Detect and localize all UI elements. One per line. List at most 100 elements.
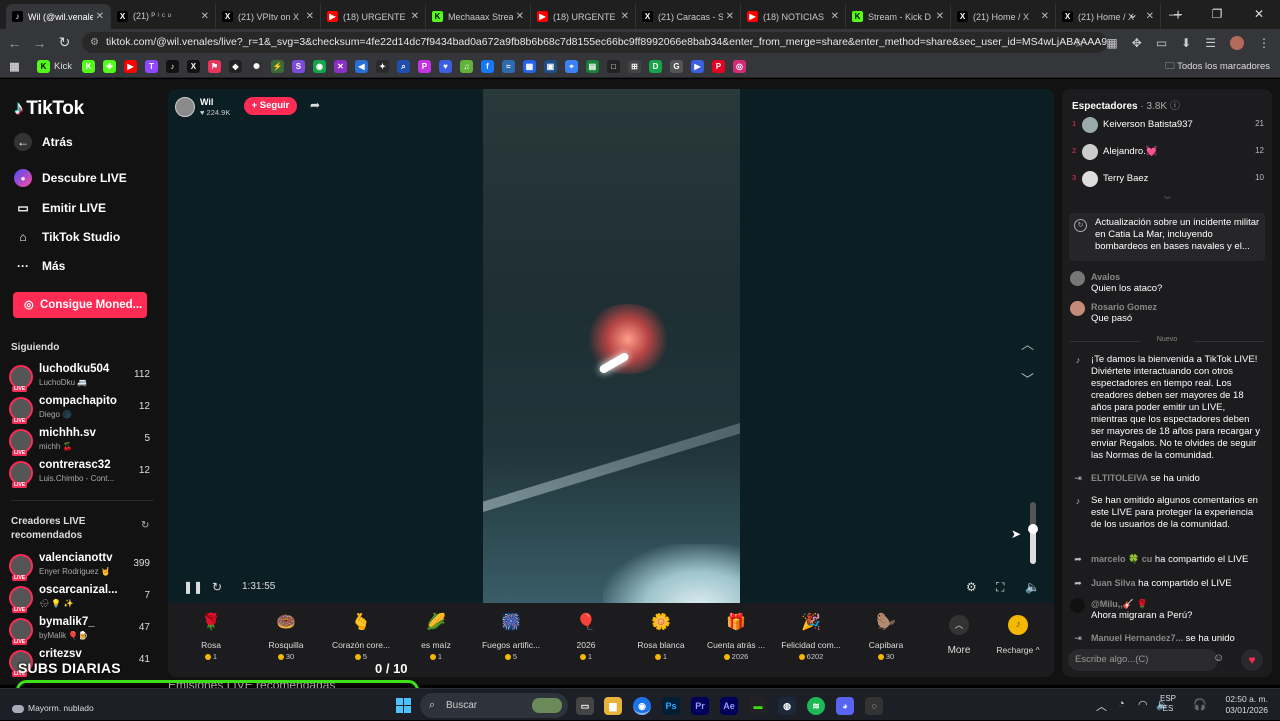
join-user[interactable]: Manuel Hernandez7...	[1091, 633, 1183, 643]
green-bookmark-icon[interactable]: ◉	[312, 60, 326, 73]
search-bookmark-icon[interactable]: ⌕	[396, 60, 410, 73]
sky-bookmark-icon[interactable]: ≈	[501, 60, 515, 73]
browser-tab[interactable]: X (21) VPItv on X ✕	[216, 4, 321, 29]
more-gifts-button[interactable]: ︿ More	[941, 609, 977, 669]
flag-bookmark-icon[interactable]: ⚑	[207, 60, 221, 73]
gift-item[interactable]: 🎁 Cuenta atrás ... 2026	[698, 607, 774, 671]
star-bookmark-icon[interactable]: ✦	[375, 60, 389, 73]
emoji-icon[interactable]: ☺	[1213, 652, 1224, 664]
gift-item[interactable]: 🌼 Rosa blanca 1	[623, 607, 699, 671]
x-bookmark-icon[interactable]: X	[186, 60, 200, 73]
sidebar-creator-item[interactable]: LIVE contrerasc32 Luis.Chimbo - Cont... 12	[9, 457, 154, 488]
sidebar-creator-item[interactable]: LIVE valencianottv Enyer Rodriguez 🤘 399	[9, 550, 154, 581]
gift-item[interactable]: 🎈 2026 1	[548, 607, 624, 671]
google-bookmark-icon[interactable]: G	[669, 60, 683, 73]
top-viewer-row[interactable]: 3 Terry Baez 10	[1072, 169, 1264, 189]
tiktok-bookmark-icon[interactable]: ♪	[165, 60, 179, 73]
volume-knob[interactable]	[1028, 524, 1038, 534]
all-bookmarks[interactable]: 🗀 Todos los marcadores	[1165, 56, 1270, 78]
grid-bookmark-icon[interactable]: ▦	[522, 60, 536, 73]
weather-widget[interactable]: Mayorm. nublado	[12, 703, 94, 713]
nav-back[interactable]: ← Atrás	[14, 133, 73, 151]
gift-item[interactable]: 🎉 Felicidad com... 6202	[773, 607, 849, 671]
p-bookmark-icon[interactable]: P	[417, 60, 431, 73]
settings-icon[interactable]: ⚙	[966, 580, 977, 594]
tray-chevron-icon[interactable]: ︿	[1096, 698, 1107, 714]
video-area[interactable]: Wil ♥ 224.9K + Seguir ➦ ︿ ﹀ ➤ ❚❚ ↻ 1:31:…	[168, 89, 1054, 603]
extensions-icon[interactable]: ✥	[1132, 36, 1142, 50]
spotify-icon[interactable]: ≋	[807, 697, 825, 715]
browser-tab[interactable]: ▶ (18) URGENTE ✕	[321, 4, 426, 29]
nav-discover-live[interactable]: ● Descubre LIVE	[14, 169, 127, 187]
kick2-bookmark-icon[interactable]: K	[81, 60, 95, 73]
fullscreen-icon[interactable]: ⛶	[996, 580, 1004, 595]
top-viewer-row[interactable]: 1 Keiverson Batista937 21	[1072, 115, 1264, 135]
browser-tab[interactable]: K Stream - Kick D ✕	[846, 4, 951, 29]
kick-bookmark-icon[interactable]: K	[37, 60, 50, 73]
chatgpt-bookmark-icon[interactable]: ✺	[249, 60, 263, 73]
flag2-bookmark-icon[interactable]: ▶	[690, 60, 704, 73]
tab-close-icon[interactable]: ✕	[831, 11, 839, 22]
instagram2-bookmark-icon[interactable]: ◎	[732, 60, 746, 73]
steam-icon[interactable]: ◍	[778, 697, 796, 715]
tab-close-icon[interactable]: ✕	[411, 11, 419, 22]
clover-bookmark-icon[interactable]: ✤	[102, 60, 116, 73]
browser-menu-icon[interactable]: ⋮	[1258, 36, 1270, 50]
gift-item[interactable]: 🍩 Rosquilla 30	[248, 607, 324, 671]
tab-close-icon[interactable]: ✕	[936, 11, 944, 22]
browser-tab[interactable]: X (21) ᴾ ⁱ ᶜ ᵘ ✕	[111, 4, 216, 29]
sidebar-creator-item[interactable]: LIVE oscarcanizal... 🌧 💡 ✨ 7	[9, 582, 154, 613]
discord-icon[interactable]: ◕	[836, 697, 854, 715]
sheet-bookmark-icon[interactable]: ▤	[585, 60, 599, 73]
terminal-icon[interactable]: ▬	[749, 697, 767, 715]
map-bookmark-icon[interactable]: ⌖	[564, 60, 578, 73]
share-icon[interactable]: ➦	[310, 98, 320, 112]
extension-grid-icon[interactable]: ▦	[1106, 36, 1117, 50]
d-bookmark-icon[interactable]: D	[648, 60, 662, 73]
system-clock[interactable]: 02:50 a. m. 03/01/2026	[1218, 694, 1268, 716]
cross-bookmark-icon[interactable]: ✕	[333, 60, 347, 73]
sidebar-creator-item[interactable]: LIVE compachapito Diego 🌑 12	[9, 393, 154, 424]
task-view-icon[interactable]: ▭	[576, 697, 594, 715]
photo-bookmark-icon[interactable]: ▣	[543, 60, 557, 73]
chevron-up-icon[interactable]: ︿	[1021, 334, 1034, 353]
download-icon[interactable]: ⬇	[1181, 36, 1191, 50]
nav-studio[interactable]: ⌂ TikTok Studio	[14, 228, 120, 246]
square-bookmark-icon[interactable]: □	[606, 60, 620, 73]
tiktok-logo[interactable]: ♪ TikTok	[14, 98, 84, 120]
cast-icon[interactable]: ▭	[1156, 36, 1167, 50]
tab-close-icon[interactable]: ✕	[201, 11, 209, 22]
heart-bookmark-icon[interactable]: ♥	[438, 60, 452, 73]
premiere-icon[interactable]: Pr	[691, 697, 709, 715]
fish-bookmark-icon[interactable]: ◀	[354, 60, 368, 73]
youtube-bookmark-icon[interactable]: ▶	[123, 60, 137, 73]
note-bookmark-icon[interactable]: ♫	[459, 60, 473, 73]
streamer-name[interactable]: Wil	[200, 97, 213, 107]
sidebar-creator-item[interactable]: LIVE luchodku504 LuchoDku 🚐 112	[9, 361, 154, 392]
tab-close-icon[interactable]: ✕	[516, 11, 524, 22]
pinterest-bookmark-icon[interactable]: P	[711, 60, 725, 73]
bookmark-star-icon[interactable]: ☆	[1074, 36, 1085, 50]
apps-grid-icon[interactable]: ▦	[8, 60, 21, 73]
gift-item[interactable]: 🌽 es maíz 1	[398, 607, 474, 671]
follow-button[interactable]: + Seguir	[244, 97, 297, 115]
refresh-icon[interactable]: ↻	[141, 520, 149, 531]
gift-item[interactable]: 🎆 Fuegos artific... 5	[473, 607, 549, 671]
windows-start-icon[interactable]	[396, 698, 412, 714]
streamer-info[interactable]: Wil ♥ 224.9K	[175, 97, 230, 117]
s-bookmark-icon[interactable]: S	[291, 60, 305, 73]
minimize-icon[interactable]: —	[1154, 0, 1196, 29]
profile-avatar[interactable]	[1230, 35, 1244, 50]
forward-icon[interactable]: →	[27, 35, 52, 51]
maximize-icon[interactable]: ❐	[1196, 0, 1238, 29]
tab-close-icon[interactable]: ✕	[1041, 11, 1049, 22]
taskbar-search[interactable]: ⌕ Buscar	[420, 693, 568, 718]
nav-more[interactable]: ··· Más	[14, 257, 65, 275]
browser-tab[interactable]: ▶ (18) NOTICIAS ✕	[741, 4, 846, 29]
share-user[interactable]: Juan Silva	[1091, 578, 1136, 588]
tab-close-icon[interactable]: ✕	[726, 11, 734, 22]
diamond-bookmark-icon[interactable]: ◆	[228, 60, 242, 73]
browser-tab[interactable]: X (21) Home / X ✕	[951, 4, 1056, 29]
info-icon[interactable]: ⓘ	[1170, 101, 1180, 112]
top-viewer-row[interactable]: 2 Alejandro.💓 12	[1072, 142, 1264, 162]
